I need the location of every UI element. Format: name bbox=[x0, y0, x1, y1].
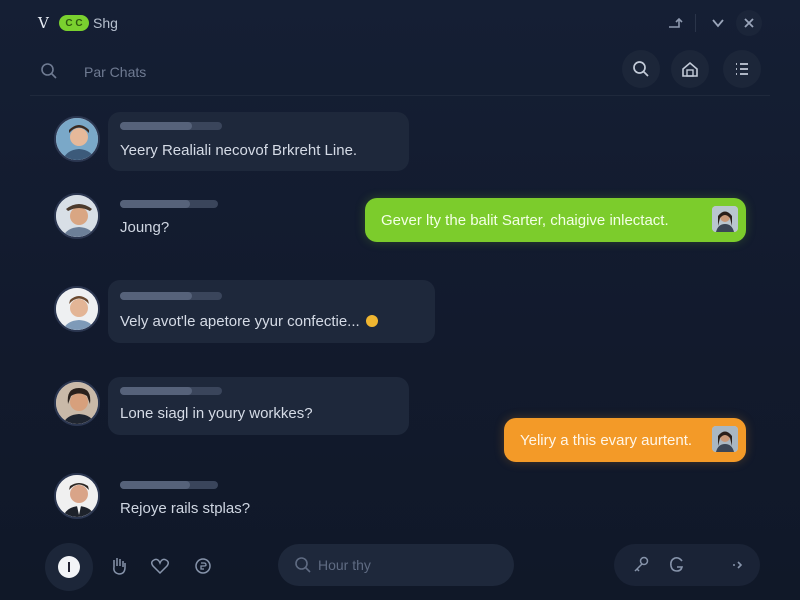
sender-name-placeholder bbox=[120, 292, 222, 300]
message-bubble-outgoing[interactable]: Gever lty the balit Sarter, chaigive inl… bbox=[365, 198, 746, 242]
chat-app-window: V C C Shg Par Chats Yeery Realiali necov… bbox=[0, 0, 800, 600]
heart-icon[interactable] bbox=[149, 555, 171, 577]
list-menu-button[interactable] bbox=[723, 50, 761, 88]
message-bubble-incoming[interactable]: Lone siagl in youry workkes? bbox=[108, 377, 409, 435]
message-text: Yeliry a this evary aurtent. bbox=[520, 431, 693, 449]
mic-button[interactable] bbox=[45, 543, 93, 591]
sender-name-placeholder bbox=[120, 200, 218, 208]
coin-icon[interactable] bbox=[192, 555, 214, 577]
message-list: Yeery Realiali necovof Brkreht Line. Jou… bbox=[0, 100, 800, 540]
bottom-toolbar bbox=[0, 540, 800, 600]
message-bubble-incoming[interactable]: Vely avot'le apetore yyur confectie... bbox=[108, 280, 435, 343]
message-text: Vely avot'le apetore yyur confectie... bbox=[120, 313, 378, 330]
message-text: Joung? bbox=[120, 219, 170, 236]
link-icon[interactable] bbox=[630, 554, 652, 576]
chevron-down-icon[interactable] bbox=[705, 10, 731, 36]
message-text: Gever lty the balit Sarter, chaigive inl… bbox=[381, 211, 669, 229]
search-icon bbox=[294, 556, 312, 574]
refresh-icon[interactable] bbox=[666, 554, 688, 576]
message-text: Yeery Realiali necovof Brkreht Line. bbox=[120, 142, 358, 159]
status-toggle[interactable]: C C bbox=[59, 15, 89, 31]
close-icon[interactable] bbox=[736, 10, 762, 36]
title-bar: V C C Shg bbox=[0, 0, 800, 44]
sender-name-placeholder bbox=[120, 481, 218, 489]
sender-name-placeholder bbox=[120, 122, 222, 130]
emoji-icon bbox=[365, 315, 378, 328]
message-bubble-outgoing[interactable]: Yeliry a this evary aurtent. bbox=[504, 418, 746, 462]
send-icon[interactable] bbox=[726, 554, 748, 576]
message-text: Lone siagl in youry workkes? bbox=[120, 405, 313, 422]
search-input[interactable] bbox=[84, 60, 404, 84]
action-tools bbox=[614, 544, 760, 586]
sender-name-placeholder bbox=[120, 387, 222, 395]
app-logo: V bbox=[38, 14, 49, 32]
app-title: Shg bbox=[93, 15, 118, 31]
message-compose-field[interactable] bbox=[278, 544, 514, 586]
list-icon bbox=[736, 63, 748, 75]
message-input[interactable] bbox=[318, 554, 498, 576]
avatar bbox=[712, 426, 738, 452]
avatar bbox=[712, 206, 738, 232]
title-divider bbox=[695, 14, 696, 32]
hand-icon[interactable] bbox=[108, 555, 130, 577]
avatar[interactable] bbox=[54, 193, 100, 239]
message-text: Rejoye rails stplas? bbox=[120, 500, 251, 517]
search-icon bbox=[633, 61, 649, 77]
avatar[interactable] bbox=[54, 473, 100, 519]
home-icon bbox=[682, 61, 698, 77]
search-button[interactable] bbox=[622, 50, 660, 88]
home-button[interactable] bbox=[671, 50, 709, 88]
arrow-icon[interactable] bbox=[662, 10, 688, 36]
avatar[interactable] bbox=[54, 380, 100, 426]
avatar[interactable] bbox=[54, 286, 100, 332]
search-bar bbox=[30, 50, 770, 96]
mic-icon bbox=[58, 556, 80, 578]
avatar[interactable] bbox=[54, 116, 100, 162]
search-icon bbox=[40, 62, 58, 80]
message-bubble-incoming[interactable]: Yeery Realiali necovof Brkreht Line. bbox=[108, 112, 409, 171]
